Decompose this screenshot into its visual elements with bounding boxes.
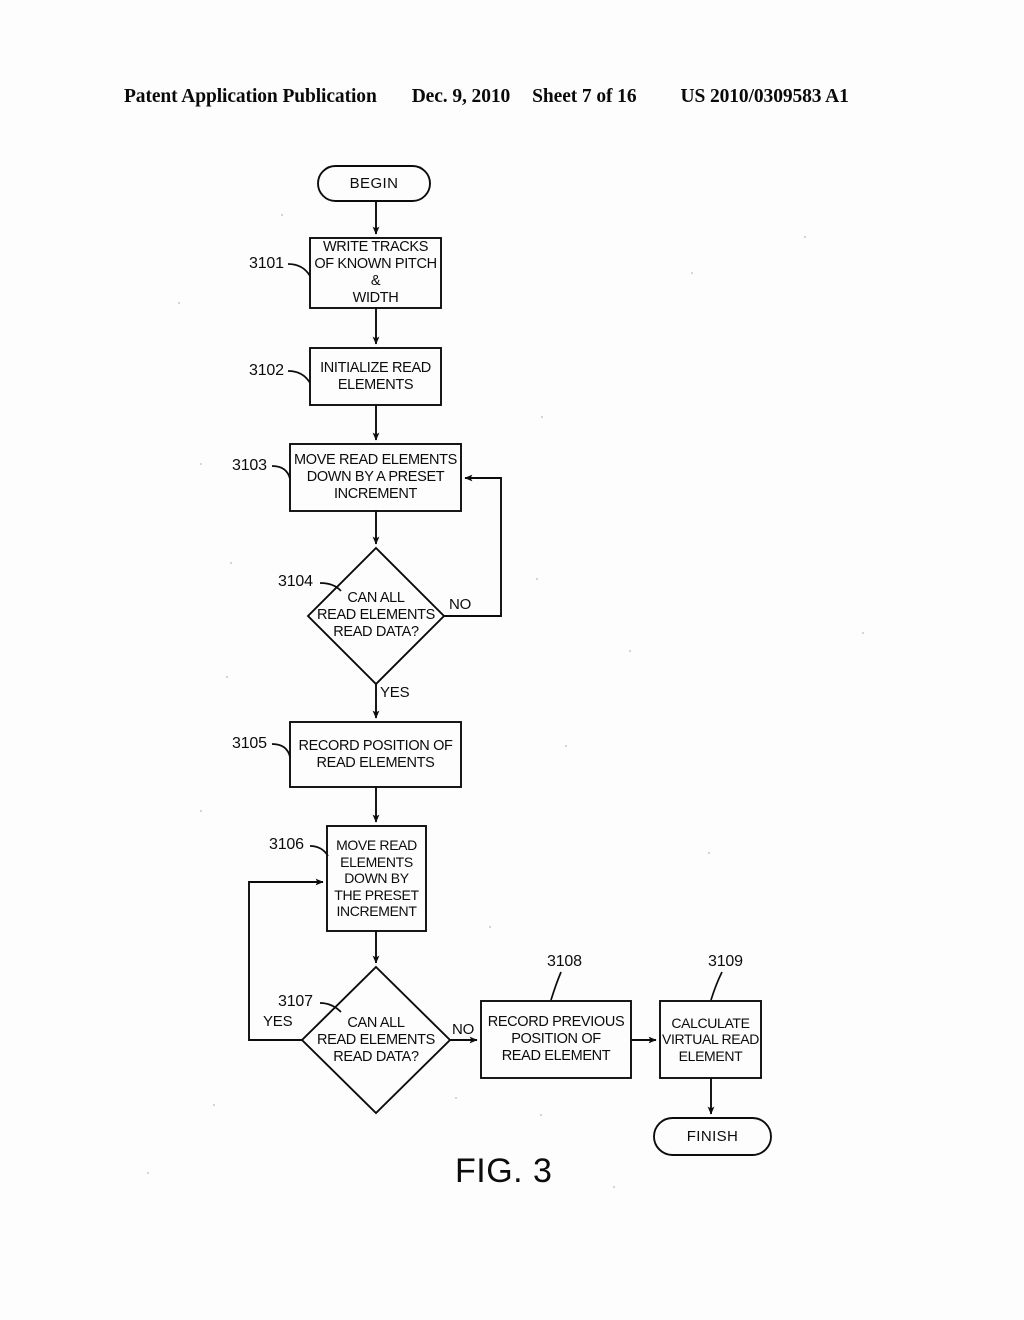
box-3108-shape [480,1000,632,1079]
leader-3109 [710,971,723,1001]
leader-3105 [271,743,291,758]
patent-figure-page: Patent Application Publication Dec. 9, 2… [0,0,1024,1320]
box-3106-shape [326,825,427,932]
decision-3104-shape [306,546,446,686]
box-3101-shape [309,237,442,309]
edge-3104-no-loop [444,474,502,617]
leader-3106 [309,845,329,857]
leader-3103 [271,465,291,480]
flowchart-diagram [248,165,772,1156]
begin-terminal-shape [317,165,431,202]
box-3109-shape [659,1000,762,1079]
leader-3101 [287,263,311,277]
box-3102-shape [309,347,442,406]
edge-3107-yes-loop [248,878,324,1041]
finish-terminal-shape [653,1117,772,1156]
box-3103-shape [289,443,462,512]
box-3105-shape [289,721,462,788]
leader-3102 [287,370,311,384]
leader-3108 [550,971,562,1001]
decision-3107-shape [300,965,452,1115]
figure-caption: FIG. 3 [455,1152,553,1190]
